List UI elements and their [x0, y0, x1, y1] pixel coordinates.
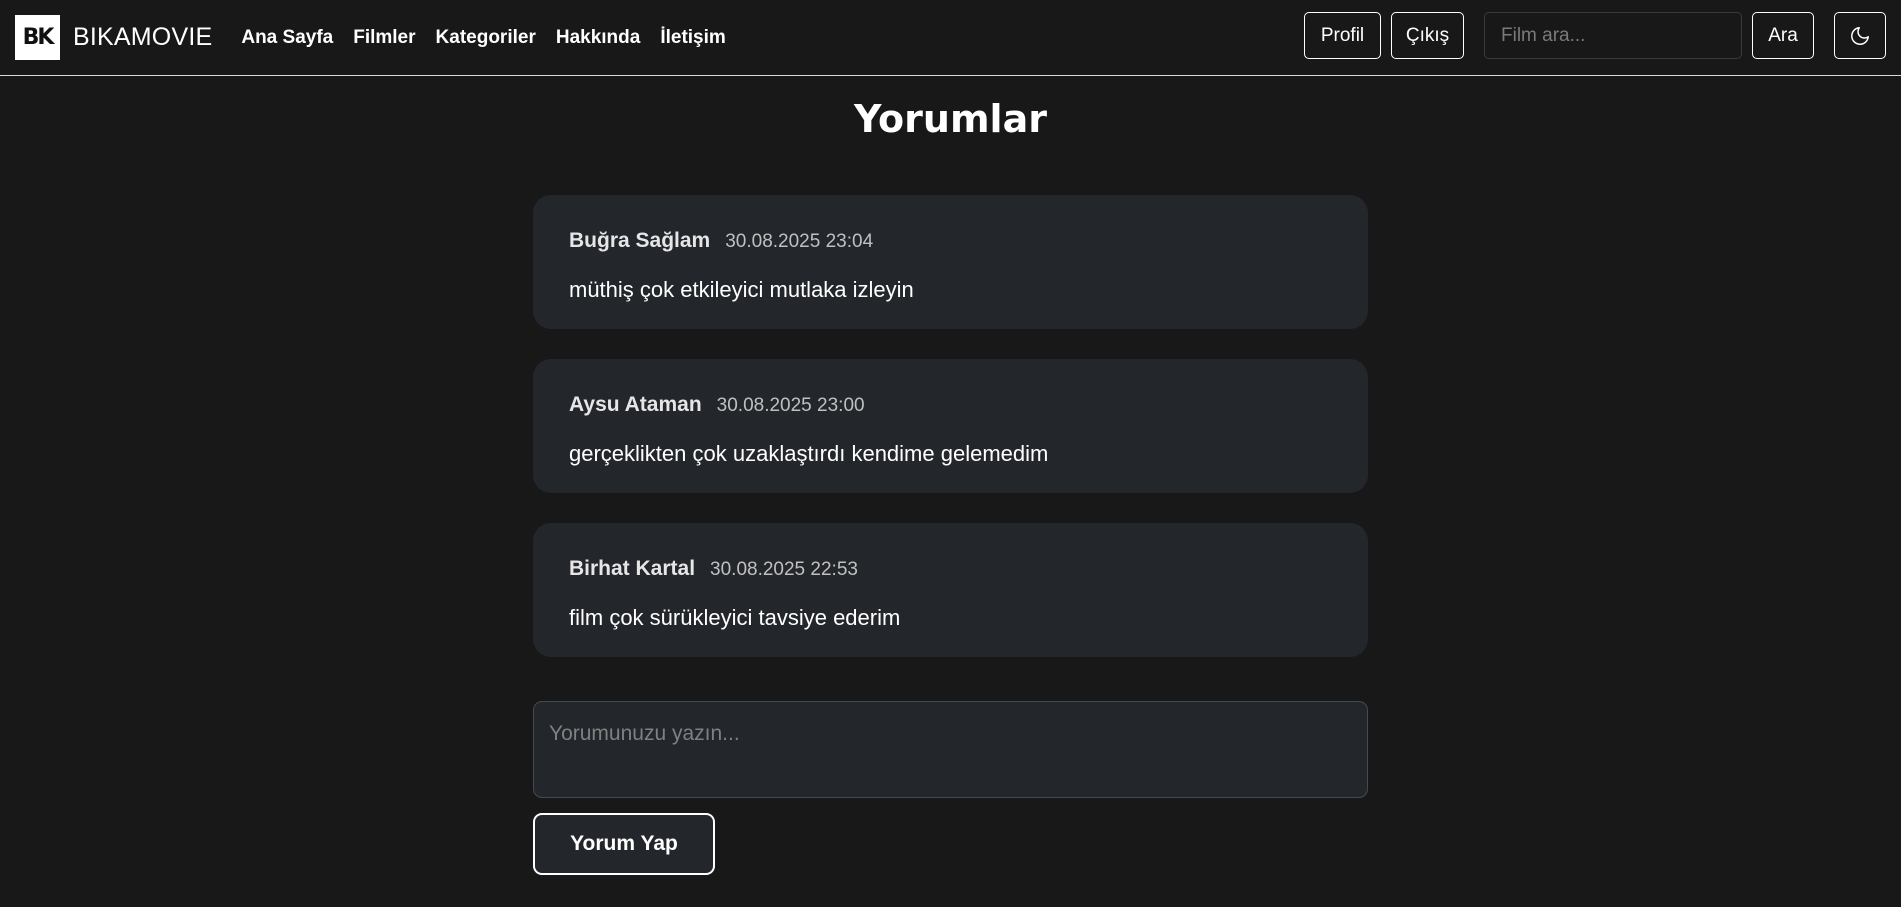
comment-author: Aysu Ataman: [569, 393, 702, 416]
comment-date: 30.08.2025 23:04: [725, 231, 874, 252]
profile-button[interactable]: Profil: [1304, 12, 1381, 59]
comment-date: 30.08.2025 22:53: [710, 559, 858, 580]
search-input[interactable]: [1484, 12, 1742, 59]
nav-link-about[interactable]: Hakkında: [556, 27, 640, 49]
page-title: Yorumlar: [854, 97, 1047, 141]
comment-header: Aysu Ataman 30.08.2025 23:00: [569, 393, 865, 417]
search-button[interactable]: Ara: [1752, 12, 1814, 59]
nav-links: Ana Sayfa Filmler Kategoriler Hakkında İ…: [241, 27, 725, 49]
comment-text: müthiş çok etkileyici mutlaka izleyin: [569, 277, 914, 302]
comment-author: Buğra Sağlam: [569, 229, 711, 252]
comment-card: Buğra Sağlam 30.08.2025 23:04 müthiş çok…: [533, 195, 1368, 329]
comment-header: Birhat Kartal 30.08.2025 22:53: [569, 557, 858, 581]
nav-link-home[interactable]: Ana Sayfa: [241, 27, 333, 49]
nav-link-contact[interactable]: İletişim: [660, 27, 725, 49]
comment-text: film çok sürükleyici tavsiye ederim: [569, 605, 901, 630]
brand-link[interactable]: BK BIKAMOVIE: [15, 15, 212, 60]
comment-header: Buğra Sağlam 30.08.2025 23:04: [569, 229, 873, 253]
comment-author: Birhat Kartal: [569, 557, 696, 580]
navbar: BK BIKAMOVIE Ana Sayfa Filmler Kategoril…: [0, 0, 1901, 76]
comment-text: gerçeklikten çok uzaklaştırdı kendime ge…: [569, 441, 1049, 466]
comment-card: Aysu Ataman 30.08.2025 23:00 gerçeklikte…: [533, 359, 1368, 493]
comment-textarea[interactable]: [533, 701, 1368, 798]
brand-name: BIKAMOVIE: [73, 23, 213, 51]
nav-link-categories[interactable]: Kategoriler: [436, 27, 536, 49]
submit-comment-button[interactable]: Yorum Yap: [533, 813, 715, 875]
nav-link-movies[interactable]: Filmler: [353, 27, 415, 49]
brand-logo: BK: [15, 15, 60, 60]
moon-icon: [1849, 25, 1871, 47]
logout-button[interactable]: Çıkış: [1391, 12, 1464, 59]
comment-card: Birhat Kartal 30.08.2025 22:53 film çok …: [533, 523, 1368, 657]
comment-date: 30.08.2025 23:00: [716, 395, 865, 416]
theme-toggle-button[interactable]: [1834, 12, 1886, 59]
